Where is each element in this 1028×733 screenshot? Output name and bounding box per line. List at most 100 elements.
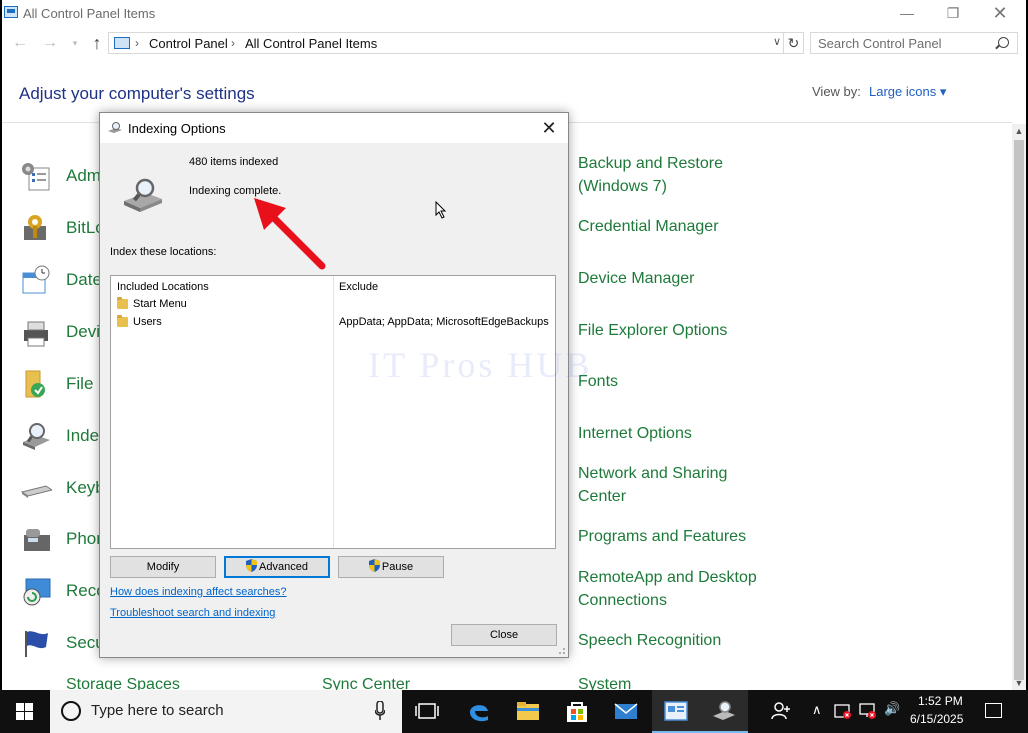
advanced-button[interactable]: Advanced (224, 556, 330, 578)
scroll-up-arrow-icon[interactable]: ▲ (1012, 124, 1026, 138)
task-view-icon[interactable] (414, 698, 440, 724)
item-keyboard[interactable]: Keyb (20, 472, 110, 502)
item-date-time[interactable]: Date (20, 264, 110, 294)
dialog-close-icon[interactable]: ✕ (534, 116, 564, 140)
maximize-button[interactable]: ❐ (930, 0, 976, 28)
modify-button[interactable]: Modify (110, 556, 216, 578)
item-label: Credential Manager (578, 218, 719, 235)
item-internet-options[interactable]: Internet Options (578, 422, 692, 445)
address-bar[interactable]: › Control Panel › All Control Panel Item… (108, 32, 784, 54)
search-box[interactable] (810, 32, 1018, 54)
item-bitlocker[interactable]: BitLo (20, 212, 110, 242)
indexing-status-icon (124, 178, 162, 212)
locations-label: Index these locations: (110, 246, 217, 258)
recent-locations-button[interactable]: ▾ (65, 33, 85, 53)
breadcrumb-all-items[interactable]: All Control Panel Items (245, 36, 377, 51)
item-credential-manager[interactable]: Credential Manager (578, 215, 719, 238)
view-by-dropdown[interactable]: Large icons ▾ (869, 84, 946, 100)
forward-button[interactable]: → (40, 33, 60, 53)
close-button[interactable]: ✕ (977, 0, 1023, 28)
resize-grip-icon[interactable] (556, 645, 566, 655)
show-hidden-icons-button[interactable]: ∧ (812, 702, 822, 718)
mail-icon[interactable] (613, 698, 639, 724)
locations-list[interactable]: Included Locations Exclude Start Menu Us… (110, 275, 556, 549)
pause-button[interactable]: Pause (338, 556, 444, 578)
window-titlebar[interactable]: All Control Panel Items — ❐ ✕ (2, 0, 1026, 28)
notifications-icon[interactable] (985, 703, 1002, 718)
uac-shield-icon (368, 559, 380, 572)
indexing-options-icon (23, 423, 50, 450)
item-label: Network and Sharing (578, 465, 728, 482)
control-panel-icon (114, 37, 130, 49)
search-input[interactable] (811, 33, 991, 53)
item-indexing-options[interactable]: Index (20, 420, 110, 450)
microphone-icon[interactable] (375, 701, 385, 721)
item-recovery[interactable]: Reco (20, 575, 110, 606)
control-panel-taskbar-icon[interactable] (663, 698, 689, 724)
item-label: Speech Recognition (578, 632, 722, 649)
item-security-maintenance[interactable]: Secu (20, 627, 110, 657)
folder-icon (117, 315, 128, 327)
minimize-button[interactable]: — (884, 0, 930, 28)
taskbar-search[interactable]: Type here to search (50, 690, 402, 733)
item-sync-center[interactable]: Sync Center (322, 676, 410, 690)
dialog-title: Indexing Options (128, 121, 226, 136)
item-devices-printers[interactable]: Devi (20, 316, 110, 347)
indexing-options-taskbar-icon[interactable] (711, 698, 737, 724)
item-storage-spaces[interactable]: Storage Spaces (66, 676, 180, 690)
item-network-sharing[interactable]: Network and Sharing Center (578, 462, 727, 508)
search-icon[interactable] (998, 37, 1009, 48)
mouse-cursor-icon (435, 201, 447, 219)
column-header-included[interactable]: Included Locations (117, 281, 209, 293)
item-device-manager[interactable]: Device Manager (578, 267, 695, 290)
location-row[interactable]: Start Menu (117, 297, 327, 313)
clock-time[interactable]: 1:52 PM (918, 694, 963, 708)
item-label: Internet Options (578, 425, 692, 442)
back-button[interactable]: ← (10, 33, 30, 53)
item-administrative-tools[interactable]: Adm (20, 160, 110, 191)
defender-alert-icon[interactable] (834, 702, 852, 720)
indexing-affect-searches-link[interactable]: How does indexing affect searches? (110, 586, 287, 598)
item-system[interactable]: System (578, 676, 631, 690)
vertical-scrollbar[interactable]: ▲ ▼ (1012, 124, 1026, 690)
troubleshoot-indexing-link[interactable]: Troubleshoot search and indexing (110, 607, 275, 619)
volume-icon[interactable]: 🔊 (884, 701, 900, 717)
column-divider (333, 276, 334, 548)
file-explorer-icon[interactable] (515, 698, 541, 724)
microsoft-store-icon[interactable] (564, 698, 590, 724)
breadcrumb-separator[interactable]: › (231, 36, 235, 50)
dialog-titlebar[interactable]: Indexing Options ✕ (100, 113, 568, 143)
breadcrumb-control-panel[interactable]: Control Panel (149, 36, 228, 51)
item-label: Programs and Features (578, 528, 747, 545)
item-speech-recognition[interactable]: Speech Recognition (578, 629, 721, 652)
taskbar-search-placeholder: Type here to search (91, 702, 224, 719)
scroll-down-arrow-icon[interactable]: ▼ (1012, 676, 1026, 690)
cortana-icon (61, 701, 81, 721)
item-phone-modem[interactable]: Phon (20, 523, 110, 553)
close-dialog-button[interactable]: Close (451, 624, 557, 646)
item-backup-restore[interactable]: Backup and Restore (Windows 7) (578, 152, 723, 198)
control-panel-icon (4, 6, 18, 18)
item-programs-features[interactable]: Programs and Features (578, 525, 746, 548)
location-exclude: AppData; AppData; MicrosoftEdgeBackups (339, 316, 549, 328)
edge-browser-icon[interactable] (466, 698, 492, 724)
item-remoteapp[interactable]: RemoteApp and Desktop Connections (578, 566, 757, 612)
location-row[interactable]: Users (117, 315, 327, 331)
people-icon[interactable] (770, 700, 792, 722)
file-history-icon (25, 370, 45, 398)
scrollbar-thumb[interactable] (1014, 140, 1024, 680)
watermark: IT Pros HUB (368, 345, 593, 385)
network-disconnected-icon[interactable] (859, 702, 877, 720)
indexing-options-icon (108, 122, 122, 133)
refresh-button[interactable]: ↻ (784, 32, 804, 54)
item-file-explorer-options[interactable]: File Explorer Options (578, 319, 727, 342)
up-button[interactable]: ↑ (87, 33, 107, 53)
item-file-history[interactable]: File H (20, 368, 110, 398)
devices-printers-icon (24, 321, 48, 347)
address-row: ← → ▾ ↑ › Control Panel › All Control Pa… (2, 30, 1026, 56)
clock-date[interactable]: 6/15/2025 (910, 712, 963, 726)
column-header-exclude[interactable]: Exclude (339, 281, 378, 293)
item-label: Device Manager (578, 270, 695, 287)
start-button[interactable] (0, 690, 48, 733)
address-dropdown-icon[interactable]: ∨ (773, 35, 781, 48)
